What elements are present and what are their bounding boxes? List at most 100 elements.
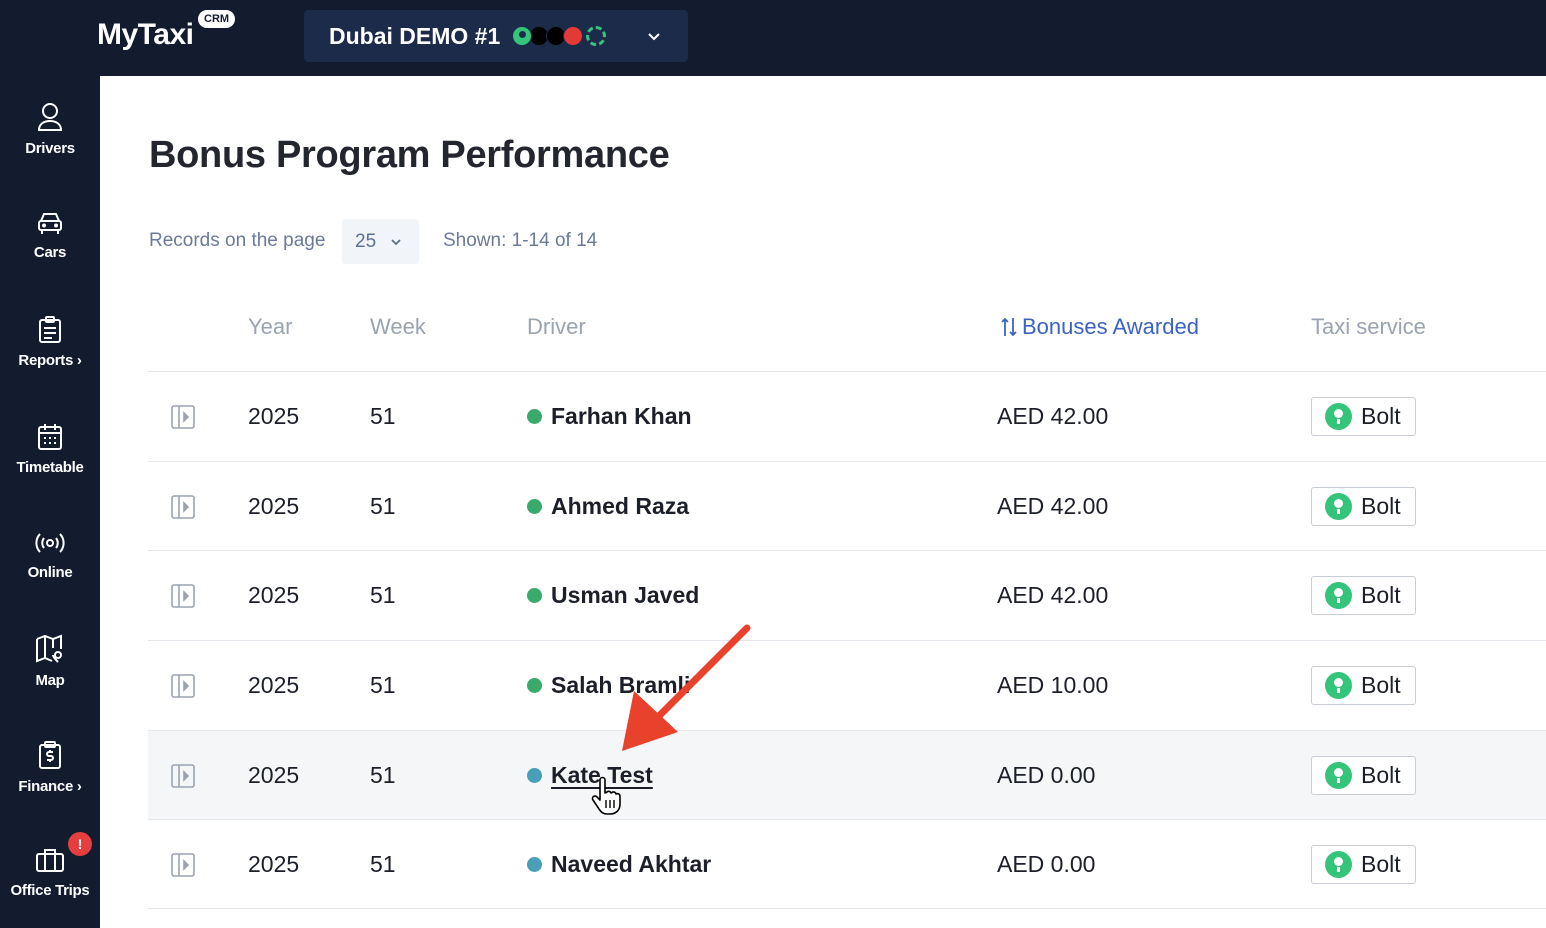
cell-taxi-service: Bolt [1311, 551, 1416, 640]
bolt-icon [1325, 672, 1352, 699]
cell-week: 51 [370, 493, 396, 519]
hand-cursor-icon [591, 776, 621, 815]
shown-count: Shown: 1-14 of 14 [443, 230, 598, 251]
sidebar-item-timetable[interactable]: Timetable [0, 423, 100, 477]
cell-year: 2025 [248, 672, 300, 698]
expand-panel-icon [171, 494, 195, 519]
table-row[interactable]: 2025 51 Ahmed Raza AED 42.00 Bolt [148, 461, 1546, 551]
sidebar-item-map[interactable]: Map [0, 634, 100, 690]
expand-row-button[interactable] [170, 820, 196, 909]
cell-bonus: AED 42.00 [997, 493, 1109, 519]
chevron-down-icon[interactable] [644, 26, 664, 46]
expand-panel-icon [171, 763, 195, 788]
cell-bonus: AED 10.00 [997, 672, 1109, 698]
driver-name-link[interactable]: Salah Bramli [551, 672, 690, 699]
records-per-page-value: 25 [355, 230, 377, 252]
expand-row-button[interactable] [170, 462, 196, 551]
column-header-week[interactable]: Week [370, 314, 426, 340]
fleet-services [512, 26, 607, 46]
map-icon [36, 634, 62, 663]
expand-panel-icon [171, 583, 195, 608]
expand-panel-icon [171, 852, 195, 877]
table-row[interactable]: 2025 51 Naveed Akhtar AED 0.00 Bolt [148, 819, 1546, 909]
cell-week: 51 [370, 582, 396, 608]
bolt-icon [1325, 493, 1352, 520]
cell-year: 2025 [248, 403, 300, 429]
sidebar-item-finance[interactable]: Finance › [0, 740, 100, 796]
sidebar-item-online[interactable]: Online [0, 530, 100, 582]
table-row[interactable]: 2025 51 Usman Javed AED 42.00 Bolt [148, 550, 1546, 640]
cell-year: 2025 [248, 582, 300, 608]
status-dot [527, 409, 542, 424]
cell-year: 2025 [248, 851, 300, 877]
sidebar-item-cars[interactable]: Cars [0, 210, 100, 262]
status-dot [527, 588, 542, 603]
expand-row-button[interactable] [170, 372, 196, 461]
taxi-service-chip[interactable]: Bolt [1311, 845, 1416, 884]
taxi-service-chip[interactable]: Bolt [1311, 666, 1416, 705]
status-dot [527, 768, 542, 783]
chevron-down-icon [391, 238, 401, 245]
expand-panel-icon [171, 404, 195, 429]
sort-icon [1001, 317, 1017, 337]
taxi-service-chip[interactable]: Bolt [1311, 397, 1416, 436]
taxi-service-chip[interactable]: Bolt [1311, 756, 1416, 795]
table-row[interactable]: 2025 51 Kate Test AED 0.00 Bolt [148, 730, 1546, 820]
sidebar-item-reports[interactable]: Reports › [0, 316, 100, 370]
app-logo[interactable]: MyTaxi [97, 18, 194, 52]
driver-name-link[interactable]: Farhan Khan [551, 403, 692, 430]
cell-week: 51 [370, 672, 396, 698]
broadcast-icon [35, 533, 65, 553]
expand-panel-icon [171, 673, 195, 698]
user-icon [37, 103, 63, 131]
taxi-service-chip[interactable]: Bolt [1311, 576, 1416, 615]
cell-year: 2025 [248, 762, 300, 788]
cell-driver[interactable]: Usman Javed [527, 551, 699, 640]
taxi-service-chip[interactable]: Bolt [1311, 487, 1416, 526]
status-dot [527, 857, 542, 872]
page-title: Bonus Program Performance [149, 134, 670, 176]
cell-taxi-service: Bolt [1311, 372, 1416, 461]
table-row[interactable]: 2025 51 Farhan Khan AED 42.00 Bolt [148, 371, 1546, 461]
crm-badge: CRM [198, 10, 236, 28]
cell-driver[interactable]: Ahmed Raza [527, 462, 689, 551]
sidebar-item-office-trips[interactable]: ! Office Trips [0, 832, 100, 900]
top-bar: MyTaxi CRM Dubai DEMO #1 [0, 0, 1546, 76]
column-header-year[interactable]: Year [248, 314, 292, 340]
driver-name-link[interactable]: Naveed Akhtar [551, 851, 711, 878]
cell-driver[interactable]: Naveed Akhtar [527, 820, 711, 909]
bolt-icon [1325, 403, 1352, 430]
driver-name-link[interactable]: Usman Javed [551, 582, 699, 609]
sidebar-item-drivers[interactable]: Drivers [0, 102, 100, 158]
table-row[interactable]: 2025 51 Salah Bramli AED 10.00 Bolt [148, 640, 1546, 730]
taxi-service-label: Bolt [1361, 762, 1401, 788]
bolt-icon [1325, 762, 1352, 789]
cell-driver[interactable]: Farhan Khan [527, 372, 692, 461]
driver-name-link[interactable]: Ahmed Raza [551, 493, 689, 520]
cell-taxi-service: Bolt [1311, 641, 1416, 730]
fleet-selector[interactable]: Dubai DEMO #1 [304, 10, 688, 62]
taxi-service-label: Bolt [1361, 493, 1401, 519]
column-header-taxi-service[interactable]: Taxi service [1311, 314, 1426, 340]
expand-row-button[interactable] [170, 731, 196, 820]
cell-week: 51 [370, 762, 396, 788]
cell-bonus: AED 42.00 [997, 403, 1109, 429]
cell-taxi-service: Bolt [1311, 462, 1416, 551]
column-header-bonuses-awarded[interactable]: Bonuses Awarded [1000, 314, 1199, 340]
status-dot [527, 678, 542, 693]
cell-bonus: AED 0.00 [997, 851, 1096, 877]
column-header-driver[interactable]: Driver [527, 314, 586, 340]
chevron-right-icon: › [73, 352, 82, 369]
receipt-icon [39, 741, 61, 769]
bolt-icon [1325, 582, 1352, 609]
calendar-icon [38, 424, 62, 450]
cell-bonus: AED 42.00 [997, 582, 1109, 608]
expand-row-button[interactable] [170, 551, 196, 640]
records-per-page-label: Records on the page [149, 230, 326, 251]
car-icon [38, 213, 62, 234]
expand-row-button[interactable] [170, 641, 196, 730]
cell-driver[interactable]: Salah Bramli [527, 641, 690, 730]
records-per-page-select[interactable]: 25 [342, 219, 419, 264]
bolt-icon [1325, 851, 1352, 878]
cell-week: 51 [370, 403, 396, 429]
